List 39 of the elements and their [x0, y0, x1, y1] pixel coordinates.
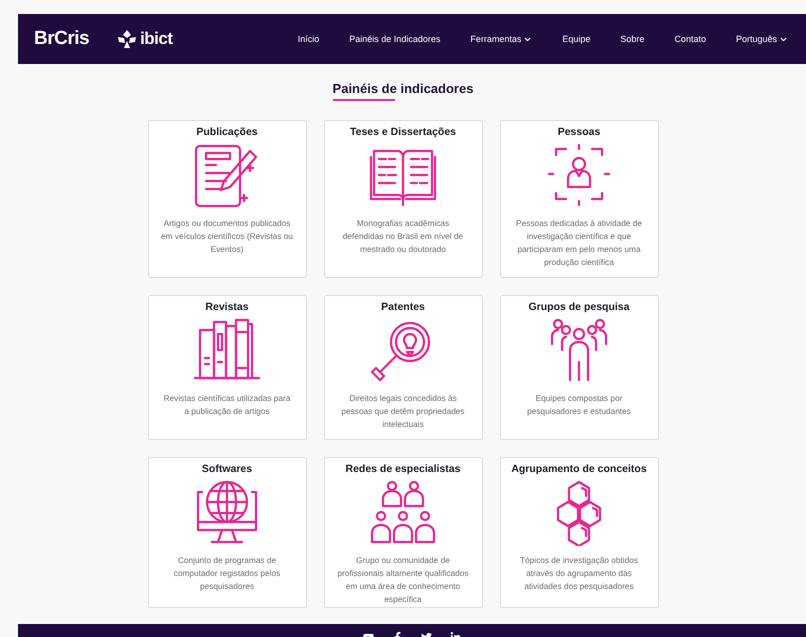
- card-description: Equipes compostas por pesquisadores e estudantes: [526, 392, 632, 418]
- nav-link[interactable]: Início: [282, 34, 334, 44]
- card-description: Direitos legais concedidos às pessoas que detêm propriedades intelectuais: [340, 392, 466, 431]
- card-description: Monografias acadêmicas defendidas no Brasil em nível de mestrado ou doutorado: [342, 217, 464, 256]
- card-title: Publicações: [196, 126, 258, 139]
- card-description: Tópicos de investigação obtidos através do agrupamento das atividades dos pesquisadores: [518, 554, 640, 593]
- card-description: Grupo ou comunidade de profissionais altamente qualificados em uma área de conhecimento específica: [336, 554, 470, 606]
- logo-mark-icon: [117, 29, 138, 49]
- card-title: Softwares: [202, 463, 252, 476]
- logo-text[interactable]: ibict: [140, 29, 173, 49]
- card-title: Revistas: [205, 301, 249, 314]
- people-network-icon: [368, 480, 438, 546]
- card-title: Redes de especialistas: [346, 463, 460, 476]
- card-title: Patentes: [381, 301, 425, 314]
- nav-link[interactable]: Painéis de Indicadores: [334, 34, 456, 44]
- indicator-card[interactable]: Revistas Revistas científicas utilizadas para a publicação de artigos: [148, 295, 306, 440]
- nav-link[interactable]: Contato: [659, 34, 721, 44]
- indicator-card[interactable]: Teses e Dissertações Monografias acadêmicas defendidas no Brasil em nível de mestrado ou doutorado: [324, 120, 482, 278]
- card-title: Pessoas: [558, 126, 600, 139]
- logo-text[interactable]: BrCris: [34, 28, 90, 50]
- indicator-card[interactable]: Grupos de pesquisa Equipes compostas por pesquisadores e estudantes: [500, 295, 658, 440]
- nav-link[interactable]: Sobre: [605, 34, 660, 44]
- nav-link[interactable]: Equipe: [547, 34, 606, 44]
- indicator-card[interactable]: Publicações Artigos ou documentos publicados em veículos científicos (Revistas ou Eventos): [148, 120, 306, 278]
- card-title: Grupos de pesquisa: [528, 301, 630, 314]
- indicator-card[interactable]: Agrupamento de conceitos Tópicos de investigação obtidos através do agrupamento das atividades dos pesquisadores: [500, 457, 658, 608]
- card-description: Artigos ou documentos publicados em veículos científicos (Revistas ou Eventos): [160, 217, 294, 256]
- nav-link[interactable]: Ferramentas: [455, 34, 548, 44]
- nav-link[interactable]: Português: [720, 34, 788, 44]
- card-description: Conjunto de programas de computador registados pelos pesquisadores: [172, 554, 282, 593]
- indicator-card[interactable]: Patentes Direitos legais concedidos às pessoas que detêm propriedades intelectuais: [324, 295, 482, 440]
- section-heading: Painéis de indicadores: [332, 80, 474, 98]
- card-title: Teses e Dissertações: [350, 126, 456, 139]
- card-title: Agrupamento de conceitos: [511, 463, 647, 476]
- indicator-card[interactable]: Softwares Conjunto de programas de computador registados pelos pesquisadores: [148, 457, 306, 608]
- card-description: Pessoas dedicadas à atividade de investigação científica e que participaram em pelo menos uma produção científica: [515, 217, 643, 269]
- card-description: Revistas científicas utilizadas para a publicação de artigos: [162, 392, 292, 418]
- indicator-card[interactable]: Redes de especialistas Grupo ou comunidade de profissionais altamente qualificados em uma área de conhecimento específica: [324, 457, 482, 608]
- indicator-card[interactable]: Pessoas Pessoas dedicadas à atividade de investigação científica e que participaram em pelo menos uma produção científica: [500, 120, 658, 278]
